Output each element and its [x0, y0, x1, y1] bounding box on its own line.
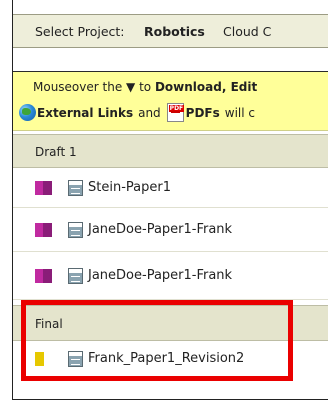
- down-arrow-icon: ▼: [126, 80, 136, 94]
- document-icon[interactable]: [68, 268, 83, 284]
- list-item[interactable]: Stein-Paper1: [13, 168, 328, 208]
- project-panel: Select Project: Robotics Cloud C Mouseov…: [12, 0, 328, 400]
- notice-external-links: External Links: [37, 105, 134, 120]
- group-header-final: Final: [13, 305, 328, 341]
- group-people-icon: [35, 181, 55, 195]
- list-item[interactable]: Frank_Paper1_Revision2: [13, 341, 328, 377]
- project-link-robotics[interactable]: Robotics: [144, 15, 205, 49]
- item-name[interactable]: Frank_Paper1_Revision2: [88, 341, 244, 377]
- notice-and: and: [138, 105, 161, 120]
- list-item[interactable]: JaneDoe-Paper1-Frank: [13, 252, 328, 300]
- group-people-icon: [35, 223, 55, 237]
- group-header-draft-1: Draft 1: [13, 134, 328, 168]
- group-people-icon: [35, 269, 55, 283]
- pdf-icon: PDF: [166, 103, 185, 122]
- group-title: Draft 1: [35, 145, 77, 159]
- document-icon[interactable]: [68, 222, 83, 238]
- list-item[interactable]: JaneDoe-Paper1-Frank: [13, 208, 328, 252]
- globe-icon: [19, 104, 36, 121]
- notice-text-to: to: [139, 80, 152, 94]
- item-name[interactable]: JaneDoe-Paper1-Frank: [88, 252, 232, 300]
- project-selector-bar: Select Project: Robotics Cloud C: [13, 14, 328, 48]
- group-title: Final: [35, 317, 63, 331]
- project-link-cloud[interactable]: Cloud C: [223, 15, 271, 49]
- notice-text-prefix: Mouseover the: [33, 80, 123, 94]
- notice-pdfs: PDFs: [185, 105, 220, 120]
- single-person-icon: [35, 352, 44, 366]
- select-project-label: Select Project:: [35, 24, 125, 39]
- notice-download-edit: Download, Edit: [154, 80, 258, 94]
- item-name[interactable]: Stein-Paper1: [88, 168, 171, 208]
- item-name[interactable]: JaneDoe-Paper1-Frank: [88, 208, 232, 252]
- mouseover-notice: Mouseover the ▼ to Download, Edit Extern…: [13, 71, 328, 131]
- notice-suffix: will c: [224, 105, 256, 120]
- document-icon[interactable]: [68, 351, 83, 367]
- document-icon[interactable]: [68, 180, 83, 196]
